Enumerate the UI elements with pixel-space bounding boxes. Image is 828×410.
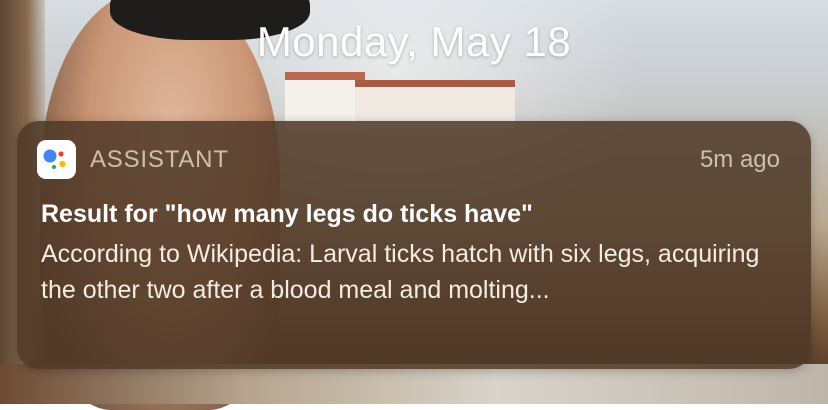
notification-timestamp: 5m ago — [699, 146, 780, 173]
notification-body: According to Wikipedia: Larval ticks hat… — [41, 240, 760, 304]
google-assistant-icon — [43, 149, 66, 170]
notification-header: ASSISTANT 5m ago — [17, 121, 811, 199]
wallpaper-ground — [0, 364, 828, 404]
lock-screen-date: Monday, May 18 — [256, 18, 572, 65]
assistant-notification[interactable]: ASSISTANT 5m ago Result for "how many le… — [17, 121, 811, 369]
notification-title: Result for "how many legs do ticks have" — [41, 200, 533, 228]
google-assistant-icon — [37, 140, 76, 179]
notification-app-name: ASSISTANT — [90, 146, 229, 173]
